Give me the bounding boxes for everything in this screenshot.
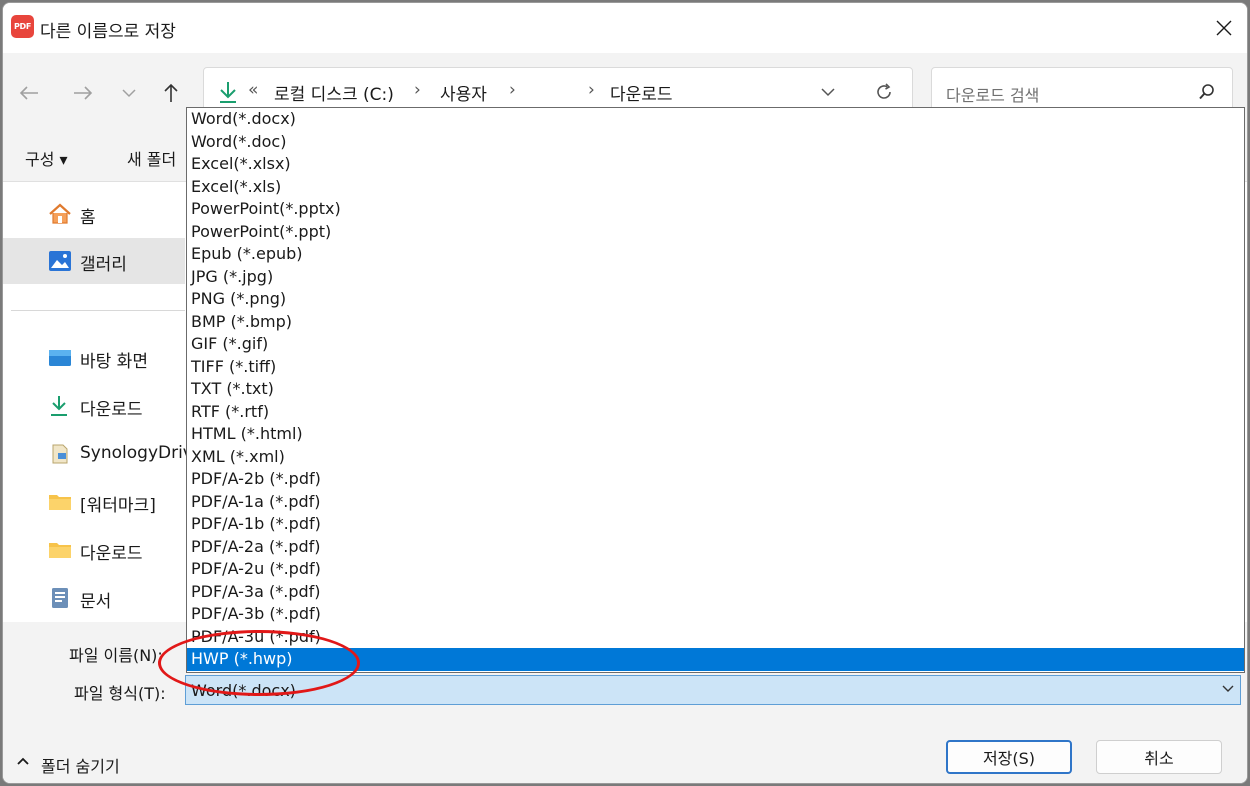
sidebar-item-label: 다운로드 — [80, 544, 143, 564]
sidebar-item-label: 문서 — [80, 592, 112, 612]
close-button[interactable] — [1201, 3, 1247, 53]
filetype-option[interactable]: PDF/A-2b (*.pdf) — [187, 468, 1244, 491]
filetype-option[interactable]: PDF/A-1a (*.pdf) — [187, 491, 1244, 514]
filetype-option[interactable]: RTF (*.rtf) — [187, 401, 1244, 424]
home-icon — [49, 203, 71, 224]
sidebar-item-downloads[interactable]: 다운로드 — [3, 383, 185, 429]
sidebar-item-gallery[interactable]: 갤러리 — [3, 238, 185, 284]
arrow-right-icon — [74, 86, 93, 100]
filetype-label: 파일 형식(T): — [74, 684, 166, 703]
synology-drive-icon — [52, 444, 68, 464]
save-as-dialog: PDF 다른 이름으로 저장 « 로컬 디스크 (C:) › 사용자 › › 다… — [2, 2, 1248, 784]
filetype-option[interactable]: PDF/A-3b (*.pdf) — [187, 603, 1244, 626]
documents-icon — [52, 588, 68, 608]
title-bar: PDF 다른 이름으로 저장 — [3, 3, 1247, 53]
desktop-icon — [49, 350, 71, 366]
address-overflow[interactable]: « — [248, 80, 258, 100]
refresh-icon[interactable] — [874, 82, 894, 102]
filetype-option[interactable]: Word(*.doc) — [187, 131, 1244, 154]
sidebar-item-label: [워터마크] — [80, 496, 156, 516]
close-icon — [1216, 20, 1232, 36]
address-separator[interactable]: › — [588, 80, 595, 100]
arrow-up-icon — [164, 83, 178, 102]
filetype-option[interactable]: XML (*.xml) — [187, 446, 1244, 469]
filetype-option-hwp-highlighted[interactable]: HWP (*.hwp) — [187, 648, 1244, 671]
filetype-option[interactable]: BMP (*.bmp) — [187, 311, 1244, 334]
filetype-option[interactable]: PowerPoint(*.ppt) — [187, 221, 1244, 244]
sidebar-item-label: 갤러리 — [80, 255, 127, 275]
filetype-option[interactable]: HTML (*.html) — [187, 423, 1244, 446]
sidebar-item-home[interactable]: 홈 — [3, 191, 185, 237]
address-segment-downloads[interactable]: 다운로드 — [610, 80, 673, 105]
search-icon[interactable] — [1198, 83, 1216, 101]
filename-label: 파일 이름(N): — [69, 646, 163, 665]
chevron-up-icon — [17, 757, 29, 765]
hide-folders-label: 폴더 숨기기 — [41, 757, 120, 776]
filetype-option[interactable]: GIF (*.gif) — [187, 333, 1244, 356]
chevron-down-icon — [122, 89, 136, 98]
save-button[interactable]: 저장(S) — [946, 740, 1072, 774]
sidebar-item-downloads-folder[interactable]: 다운로드 — [3, 527, 185, 573]
filetype-dropdown-list[interactable]: Word(*.docx) Word(*.doc) Excel(*.xlsx) E… — [186, 107, 1245, 673]
sidebar-item-label: 바탕 화면 — [80, 352, 148, 372]
navigation-pane: 홈 갤러리 바탕 화면 다운로드 SynologyDrive [워터마크] 다운… — [3, 182, 203, 622]
pdf-app-icon: PDF — [11, 15, 34, 38]
sidebar-item-label: 홈 — [80, 208, 96, 228]
filetype-option[interactable]: Excel(*.xlsx) — [187, 153, 1244, 176]
filetype-selected-value: Word(*.docx) — [191, 681, 296, 700]
gallery-icon — [49, 251, 71, 271]
sidebar-item-synologydrive[interactable]: SynologyDrive — [3, 431, 203, 477]
folder-icon — [49, 495, 71, 510]
filetype-option[interactable]: PDF/A-3u (*.pdf) — [187, 626, 1244, 649]
filetype-option[interactable]: PDF/A-2u (*.pdf) — [187, 558, 1244, 581]
address-segment-users[interactable]: 사용자 — [440, 80, 487, 105]
search-input[interactable]: 다운로드 검색 — [946, 82, 1039, 106]
address-segment-local-disk[interactable]: 로컬 디스크 (C:) — [274, 80, 394, 105]
up-button[interactable] — [157, 79, 185, 107]
download-icon — [51, 396, 67, 416]
filetype-option[interactable]: TIFF (*.tiff) — [187, 356, 1244, 379]
filetype-option[interactable]: TXT (*.txt) — [187, 378, 1244, 401]
address-separator[interactable]: › — [414, 80, 421, 100]
recent-locations-button[interactable] — [115, 79, 143, 107]
filetype-option[interactable]: Word(*.docx) — [187, 108, 1244, 131]
download-icon — [220, 82, 236, 103]
window-title: 다른 이름으로 저장 — [40, 22, 176, 42]
filetype-option[interactable]: PDF/A-3a (*.pdf) — [187, 581, 1244, 604]
filetype-select[interactable]: Word(*.docx) — [185, 675, 1241, 705]
arrow-left-icon — [19, 86, 38, 100]
back-button[interactable] — [15, 79, 43, 107]
sidebar-divider — [11, 310, 185, 311]
cancel-button[interactable]: 취소 — [1096, 740, 1222, 774]
filetype-option[interactable]: PDF/A-1b (*.pdf) — [187, 513, 1244, 536]
filetype-option[interactable]: PowerPoint(*.pptx) — [187, 198, 1244, 221]
sidebar-item-desktop[interactable]: 바탕 화면 — [3, 335, 185, 381]
filetype-option[interactable]: PNG (*.png) — [187, 288, 1244, 311]
sidebar-item-watermark-folder[interactable]: [워터마크] — [3, 479, 185, 525]
filetype-option[interactable]: PDF/A-2a (*.pdf) — [187, 536, 1244, 559]
forward-button[interactable] — [69, 79, 97, 107]
new-folder-button[interactable]: 새 폴더 — [127, 146, 176, 170]
sidebar-item-label: 다운로드 — [80, 400, 143, 420]
dialog-footer: 폴더 숨기기 저장(S) 취소 — [3, 718, 1247, 783]
chevron-down-icon[interactable] — [821, 87, 835, 97]
organize-menu-button[interactable]: 구성 ▾ — [25, 146, 68, 170]
sidebar-item-documents[interactable]: 문서 — [3, 575, 185, 621]
filetype-option[interactable]: JPG (*.jpg) — [187, 266, 1244, 289]
chevron-down-icon — [1222, 685, 1234, 692]
address-separator[interactable]: › — [509, 80, 516, 100]
filetype-option[interactable]: Epub (*.epub) — [187, 243, 1244, 266]
folder-icon — [49, 543, 71, 558]
filetype-option[interactable]: Excel(*.xls) — [187, 176, 1244, 199]
sidebar-item-label: SynologyDrive — [80, 443, 204, 463]
